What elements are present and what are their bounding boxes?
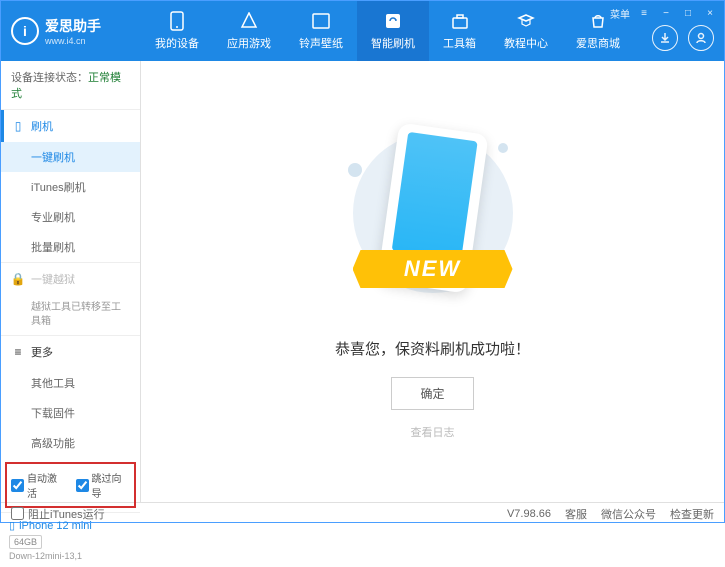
lines-icon[interactable]: ≡ [636, 5, 652, 21]
app-title: 爱思助手 [45, 16, 101, 36]
phone-icon: ▯ [11, 119, 25, 133]
app-header: i 爱思助手 www.i4.cn 我的设备 应用游戏 铃声壁纸 智能刷机 工具箱… [1, 1, 724, 61]
view-log-link[interactable]: 查看日志 [411, 424, 455, 440]
sidebar-more-header[interactable]: ≡更多 [1, 336, 140, 368]
wallpaper-icon [311, 11, 331, 31]
nav-tutorials[interactable]: 教程中心 [490, 1, 562, 61]
sidebar-item-pro[interactable]: 专业刷机 [1, 202, 140, 232]
block-itunes-checkbox[interactable]: 阻止iTunes运行 [11, 506, 105, 522]
success-message: 恭喜您，保资料刷机成功啦！ [335, 338, 530, 359]
phone-icon [167, 11, 187, 31]
ok-button[interactable]: 确定 [391, 377, 473, 410]
flash-icon [383, 11, 403, 31]
toolbox-icon [450, 11, 470, 31]
sidebar-item-other[interactable]: 其他工具 [1, 368, 140, 398]
window-controls: 菜单 ≡ − □ × [610, 5, 718, 21]
logo-icon: i [11, 17, 39, 45]
sidebar-jailbreak-header: 🔒一键越狱 [1, 263, 140, 295]
nav-ringtones[interactable]: 铃声壁纸 [285, 1, 357, 61]
options-box: 自动激活 跳过向导 [5, 462, 136, 508]
apps-icon [239, 11, 259, 31]
more-icon: ≡ [11, 345, 25, 359]
jailbreak-note: 越狱工具已转移至工具箱 [1, 295, 140, 335]
logo: i 爱思助手 www.i4.cn [1, 16, 141, 46]
maximize-button[interactable]: □ [680, 5, 696, 21]
update-link[interactable]: 检查更新 [670, 506, 714, 522]
success-illustration: NEW [343, 123, 523, 323]
lock-icon: 🔒 [11, 272, 25, 286]
nav-apps[interactable]: 应用游戏 [213, 1, 285, 61]
sidebar-item-advanced[interactable]: 高级功能 [1, 428, 140, 458]
device-info: Down-12mini-13,1 [9, 551, 132, 561]
version-label: V7.98.66 [507, 508, 551, 520]
connection-status: 设备连接状态：正常模式 [1, 61, 140, 109]
close-button[interactable]: × [702, 5, 718, 21]
device-storage: 64GB [9, 535, 42, 549]
sidebar-item-batch[interactable]: 批量刷机 [1, 232, 140, 262]
sidebar-item-oneclick[interactable]: 一键刷机 [1, 142, 140, 172]
user-button[interactable] [688, 25, 714, 51]
store-icon [588, 11, 608, 31]
menu-button[interactable]: 菜单 [610, 6, 630, 21]
sidebar-item-itunes[interactable]: iTunes刷机 [1, 172, 140, 202]
header-actions [652, 25, 714, 51]
app-url: www.i4.cn [45, 36, 101, 46]
nav-flash[interactable]: 智能刷机 [357, 1, 429, 61]
auto-activate-checkbox[interactable]: 自动激活 [11, 470, 66, 500]
nav-my-device[interactable]: 我的设备 [141, 1, 213, 61]
sidebar-item-firmware[interactable]: 下载固件 [1, 398, 140, 428]
main-content: NEW 恭喜您，保资料刷机成功啦！ 确定 查看日志 [141, 61, 724, 502]
minimize-button[interactable]: − [658, 5, 674, 21]
tutorial-icon [516, 11, 536, 31]
skip-guide-checkbox[interactable]: 跳过向导 [76, 470, 131, 500]
new-banner: NEW [353, 250, 513, 288]
download-button[interactable] [652, 25, 678, 51]
sidebar: 设备连接状态：正常模式 ▯刷机 一键刷机 iTunes刷机 专业刷机 批量刷机 … [1, 61, 141, 502]
nav-toolbox[interactable]: 工具箱 [429, 1, 490, 61]
wechat-link[interactable]: 微信公众号 [601, 506, 656, 522]
sidebar-flash-header[interactable]: ▯刷机 [1, 110, 140, 142]
service-link[interactable]: 客服 [565, 506, 587, 522]
